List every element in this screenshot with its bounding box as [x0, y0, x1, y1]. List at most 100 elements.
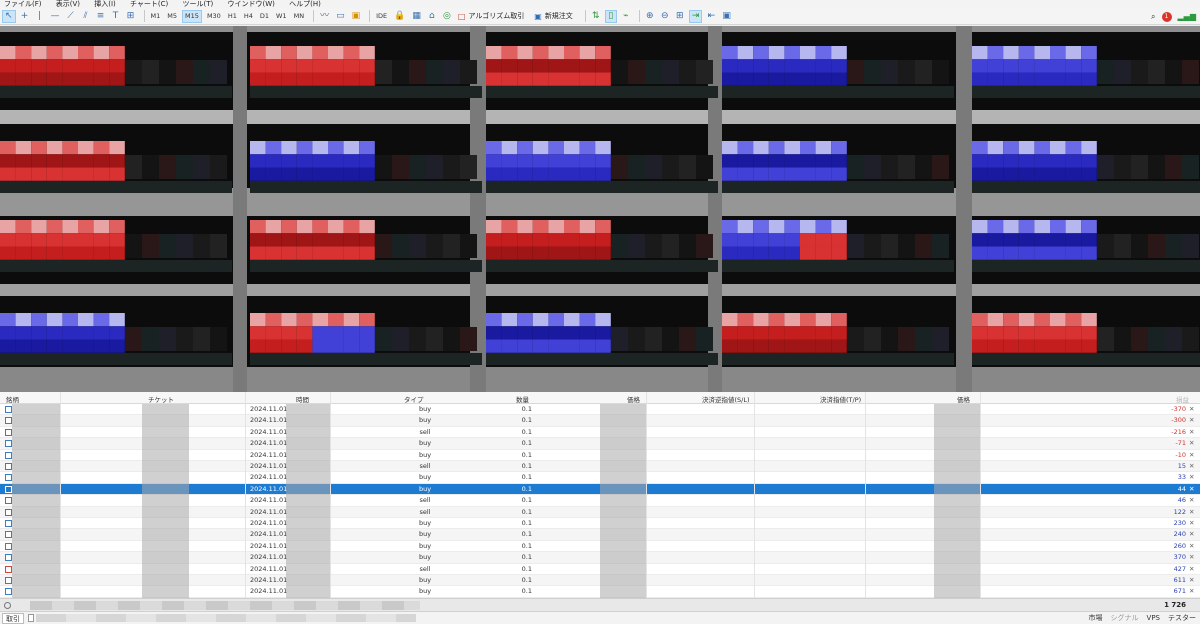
close-position-icon[interactable]: ✕ — [1189, 518, 1194, 529]
close-position-icon[interactable]: ✕ — [1189, 438, 1194, 449]
zoom-in-icon[interactable]: ⊕ — [644, 10, 656, 23]
market-icon[interactable]: ◎ — [441, 10, 453, 23]
chart-dark-block — [1165, 60, 1182, 84]
notification-badge[interactable]: 1 — [1161, 11, 1172, 22]
close-position-icon[interactable]: ✕ — [1189, 541, 1194, 552]
market-link[interactable]: 市場 — [1089, 613, 1103, 624]
timeframe-h1[interactable]: H1 — [226, 10, 239, 23]
chart-shift-icon[interactable]: ⇤ — [705, 10, 717, 23]
calendar-icon[interactable]: ▦ — [410, 10, 423, 23]
menu-view[interactable]: 表示(V) — [56, 0, 80, 8]
candle-block — [296, 233, 313, 247]
menu-help[interactable]: ヘルプ(H) — [289, 0, 321, 8]
new-order-button[interactable]: ▣ 新規注文 — [532, 10, 575, 23]
close-position-icon[interactable]: ✕ — [1189, 552, 1194, 563]
chart-dark-block — [1131, 155, 1148, 179]
script-icon[interactable]: ▣ — [350, 10, 363, 23]
timeframe-h4[interactable]: H4 — [242, 10, 255, 23]
close-position-icon[interactable]: ✕ — [1189, 575, 1194, 586]
timeframe-m30[interactable]: M30 — [205, 10, 223, 23]
cell-time: 2024.11.01 — [250, 564, 288, 573]
close-position-icon[interactable]: ✕ — [1189, 450, 1194, 461]
candle-block — [343, 326, 360, 340]
close-position-icon[interactable]: ✕ — [1189, 415, 1194, 426]
close-position-icon[interactable]: ✕ — [1189, 586, 1194, 597]
close-position-icon[interactable]: ✕ — [1189, 427, 1194, 438]
menu-file[interactable]: ファイル(F) — [4, 0, 42, 8]
chart-dark-block — [932, 155, 949, 179]
close-position-icon[interactable]: ✕ — [1189, 472, 1194, 483]
candle-block — [972, 313, 988, 327]
close-position-icon[interactable]: ✕ — [1189, 507, 1194, 518]
timeframe-m1[interactable]: M1 — [149, 10, 163, 23]
lock-icon[interactable]: 🔒 — [392, 10, 407, 23]
zoom-out-icon[interactable]: ⊖ — [659, 10, 671, 23]
candle-block — [753, 59, 769, 73]
line-chart-icon[interactable]: ⌁ — [620, 10, 632, 23]
header-price[interactable]: 価格 — [627, 394, 640, 404]
position-icon — [5, 440, 12, 448]
timeframe-w1[interactable]: W1 — [274, 10, 289, 23]
header-tp[interactable]: 決済指値(T/P) — [820, 394, 861, 404]
vertical-line-icon[interactable]: | — [34, 10, 46, 23]
search-icon[interactable]: ⌕ — [1151, 12, 1155, 22]
template-icon[interactable]: ▭ — [334, 10, 347, 23]
crosshair-icon[interactable]: + — [19, 10, 31, 23]
ide-button[interactable]: IDE — [374, 10, 389, 23]
candle-block — [831, 46, 847, 60]
timeframe-d1[interactable]: D1 — [258, 10, 271, 23]
header-price2[interactable]: 価格 — [957, 394, 970, 404]
header-sl[interactable]: 決済逆指値(S/L) — [702, 394, 750, 404]
close-position-icon[interactable]: ✕ — [1189, 529, 1194, 540]
menu-chart[interactable]: チャート(C) — [130, 0, 168, 8]
trendline-icon[interactable]: ⟋ — [65, 10, 77, 23]
cursor-icon[interactable]: ↖ — [2, 9, 16, 23]
bar-chart-icon[interactable]: ⇅ — [590, 10, 602, 23]
menu-insert[interactable]: 挿入(I) — [94, 0, 116, 8]
cell-volume: 0.1 — [521, 553, 532, 562]
menu-window[interactable]: ウインドウ(W) — [228, 0, 275, 8]
home-icon[interactable]: ⌂ — [426, 10, 438, 23]
vps-link[interactable]: VPS — [1147, 613, 1160, 624]
shapes-icon[interactable]: ⊞ — [125, 10, 137, 23]
chart-mosaic — [0, 26, 1200, 392]
connection-icon[interactable]: ▂▄▆ — [1178, 12, 1196, 21]
fibonacci-icon[interactable]: ≡ — [95, 10, 107, 23]
chart-dark-strip — [250, 260, 482, 272]
cell-volume: 0.1 — [521, 439, 532, 448]
candle-block — [296, 246, 313, 260]
grid-icon[interactable]: ⊞ — [674, 10, 686, 23]
tab-next[interactable] — [28, 614, 34, 622]
header-volume[interactable]: 数量 — [516, 394, 529, 404]
candle-block — [1081, 233, 1097, 247]
candlestick-icon[interactable]: ▯ — [604, 9, 617, 23]
candle-block — [93, 233, 110, 247]
tester-link[interactable]: テスター — [1168, 613, 1196, 624]
close-position-icon[interactable]: ✕ — [1189, 495, 1194, 506]
horizontal-line-icon[interactable]: — — [49, 10, 62, 23]
tab-trade[interactable]: 取引 — [2, 613, 24, 624]
close-position-icon[interactable]: ✕ — [1189, 484, 1194, 495]
close-position-icon[interactable]: ✕ — [1189, 564, 1194, 575]
signals-link[interactable]: シグナル — [1111, 613, 1139, 624]
algo-trading-button[interactable]: □ アルゴリズム取引 — [456, 10, 526, 23]
screenshot-icon[interactable]: ▣ — [720, 10, 733, 23]
close-position-icon[interactable]: ✕ — [1189, 461, 1194, 472]
timeframe-m5[interactable]: M5 — [165, 10, 179, 23]
autoscroll-icon[interactable]: ⇥ — [688, 9, 703, 23]
header-time[interactable]: 時間 — [296, 394, 309, 404]
chart-area[interactable] — [0, 26, 1200, 392]
trade-table[interactable]: 銘柄 チケット 時間 タイプ 数量 価格 決済逆指値(S/L) 決済指値(T/P… — [0, 392, 1200, 598]
menu-tools[interactable]: ツール(T) — [183, 0, 214, 8]
text-icon[interactable]: T — [110, 10, 122, 23]
indicator-icon[interactable]: 〰 — [318, 10, 331, 23]
header-type[interactable]: タイプ — [404, 394, 424, 404]
close-position-icon[interactable]: ✕ — [1189, 404, 1194, 415]
timeframe-m15[interactable]: M15 — [182, 9, 202, 23]
header-ticket[interactable]: チケット — [148, 394, 174, 404]
channel-icon[interactable]: ⫽ — [80, 10, 92, 23]
candle-block — [1050, 313, 1066, 327]
header-symbol[interactable]: 銘柄 — [6, 394, 19, 404]
timeframe-mn[interactable]: MN — [292, 10, 306, 23]
header-profit[interactable]: 損益 — [1176, 394, 1189, 404]
